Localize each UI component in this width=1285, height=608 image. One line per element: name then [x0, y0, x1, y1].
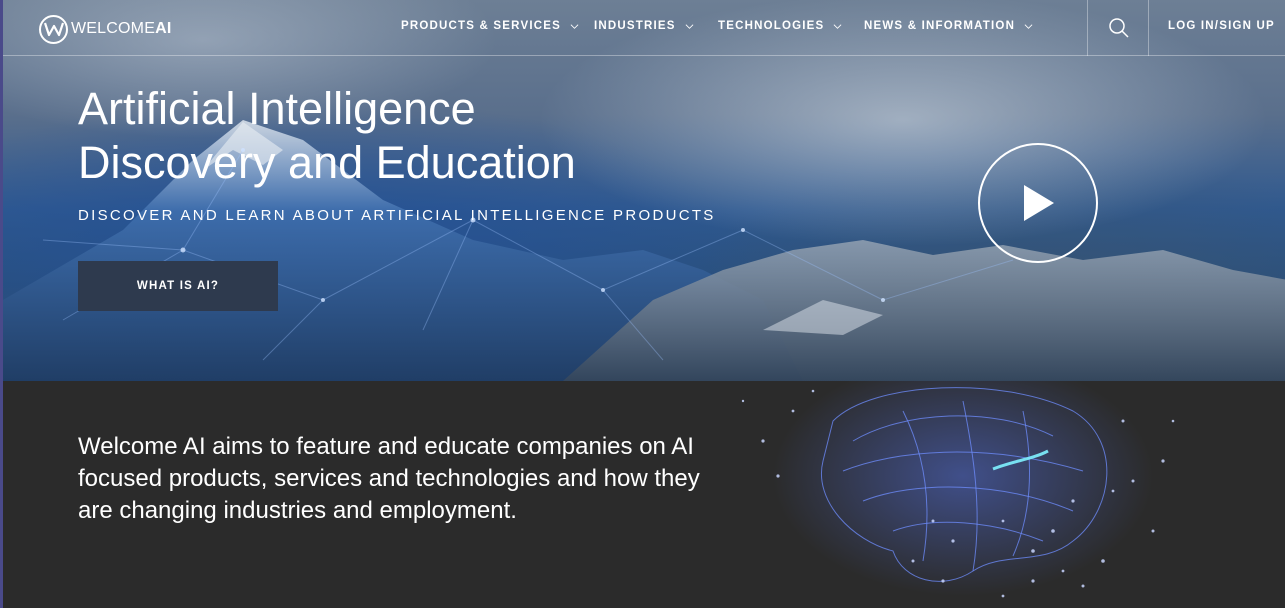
- chevron-down-icon: [685, 23, 694, 29]
- chevron-down-icon: [570, 23, 579, 29]
- search-icon: [1108, 18, 1129, 38]
- nav-divider: [1148, 0, 1149, 56]
- top-navigation: WELCOMEAI PRODUCTS & SERVICES INDUSTRIES…: [3, 0, 1285, 56]
- nav-technologies[interactable]: TECHNOLOGIES: [718, 20, 842, 32]
- hero-title-line-1: Artificial Intelligence: [78, 83, 476, 134]
- nav-divider: [1087, 0, 1088, 56]
- nav-item-label: TECHNOLOGIES: [718, 20, 825, 32]
- brain-network-illustration: [741, 381, 1175, 598]
- chevron-down-icon: [1024, 23, 1033, 29]
- site-logo[interactable]: WELCOMEAI: [39, 14, 171, 44]
- nav-products-services[interactable]: PRODUCTS & SERVICES: [401, 20, 579, 32]
- nav-news-information[interactable]: NEWS & INFORMATION: [864, 20, 1033, 32]
- hero-banner: WELCOMEAI PRODUCTS & SERVICES INDUSTRIES…: [0, 0, 1285, 381]
- hero-title-line-2: Discovery and Education: [78, 137, 576, 188]
- what-is-ai-button[interactable]: WHAT IS AI?: [78, 261, 278, 311]
- nav-industries[interactable]: INDUSTRIES: [594, 20, 694, 32]
- about-text: Welcome AI aims to feature and educate c…: [78, 433, 700, 524]
- about-section: Welcome AI aims to feature and educate c…: [0, 381, 1285, 608]
- hero-subtitle: DISCOVER AND LEARN ABOUT ARTIFICIAL INTE…: [78, 207, 716, 224]
- hero-title: Artificial Intelligence Discovery and Ed…: [78, 82, 718, 190]
- nav-item-label: INDUSTRIES: [594, 20, 676, 32]
- logo-text: WELCOMEAI: [71, 20, 172, 37]
- play-icon: [1024, 185, 1054, 221]
- logo-w-icon: [39, 14, 68, 44]
- login-signup-link[interactable]: LOG IN/SIGN UP: [1168, 20, 1275, 32]
- search-button[interactable]: [1089, 0, 1148, 56]
- chevron-down-icon: [833, 23, 842, 29]
- nav-item-label: NEWS & INFORMATION: [864, 20, 1016, 32]
- nav-item-label: PRODUCTS & SERVICES: [401, 20, 561, 32]
- play-video-button[interactable]: [978, 143, 1098, 263]
